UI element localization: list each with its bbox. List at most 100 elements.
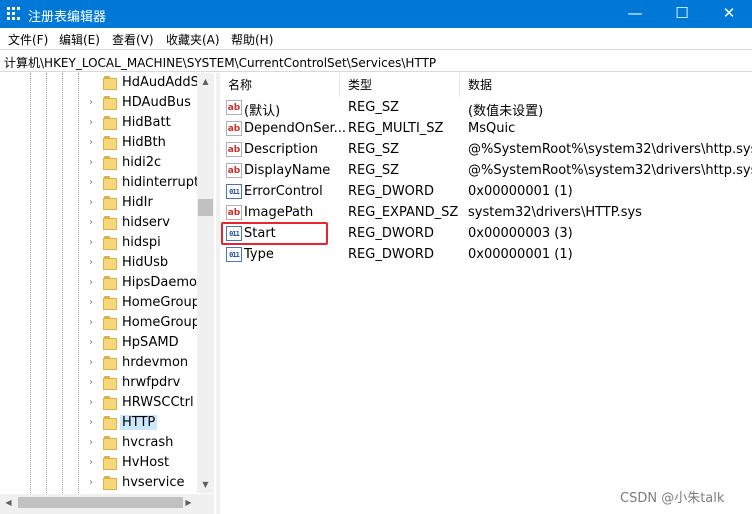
string-value-icon: ab xyxy=(226,163,242,178)
tree-item[interactable]: › hvservice xyxy=(0,473,197,493)
expand-chevron-icon[interactable]: › xyxy=(89,197,99,209)
tree-item-label[interactable]: hvservice xyxy=(120,475,187,490)
value-row[interactable]: ab (默认) REG_SZ (数值未设置) xyxy=(220,97,752,119)
tree-item-label[interactable]: hidserv xyxy=(120,215,172,230)
menu-help[interactable]: 帮助(H) xyxy=(231,31,273,48)
tree-item[interactable]: › hrdevmon xyxy=(0,353,197,373)
expand-chevron-icon[interactable]: › xyxy=(89,357,99,369)
expand-chevron-icon[interactable]: › xyxy=(89,237,99,249)
expand-chevron-icon[interactable]: › xyxy=(89,137,99,149)
tree-item-label[interactable]: HvHost xyxy=(120,455,171,470)
tree-item-label[interactable]: HTTP xyxy=(120,415,158,430)
tree-horizontal-scrollbar[interactable]: ◀ ▶ xyxy=(0,494,214,514)
tree-item-label[interactable]: HDAudBus xyxy=(120,95,193,110)
value-row[interactable]: 011 Type REG_DWORD 0x00000001 (1) xyxy=(220,244,752,265)
expand-chevron-icon[interactable]: › xyxy=(89,117,99,129)
tree-item[interactable]: › HipsDaemon xyxy=(0,273,205,293)
tree-item[interactable]: › HDAudBus xyxy=(0,93,197,113)
expand-chevron-icon[interactable]: › xyxy=(89,297,99,309)
expand-chevron-icon[interactable]: › xyxy=(89,317,99,329)
expand-chevron-icon[interactable]: › xyxy=(89,477,99,489)
tree-item-label[interactable]: hidspi xyxy=(120,235,163,250)
expand-chevron-icon[interactable]: › xyxy=(89,217,99,229)
tree-item-label[interactable]: HidUsb xyxy=(120,255,170,270)
tree-item-label[interactable]: HidIr xyxy=(120,195,155,210)
tree-item-label[interactable]: hidinterrupt xyxy=(120,175,201,190)
expand-chevron-icon[interactable]: › xyxy=(89,337,99,349)
menu-favorites[interactable]: 收藏夹(A) xyxy=(166,31,220,48)
tree-vertical-scrollbar[interactable]: ▲ ▼ xyxy=(197,73,214,493)
tree-item[interactable]: › HomeGroupF xyxy=(0,313,207,333)
tree-item[interactable]: › hrwfpdrv xyxy=(0,373,197,393)
expand-chevron-icon[interactable]: › xyxy=(89,377,99,389)
string-value-icon: ab xyxy=(226,142,242,157)
key-tree-pane[interactable]: HdAudAddSe › HDAudBus › HidBatt › HidBth › hidi2… xyxy=(0,73,214,514)
value-type: REG_SZ xyxy=(348,142,399,157)
scroll-thumb[interactable] xyxy=(198,199,213,216)
folder-icon xyxy=(103,176,117,190)
tree-item[interactable]: › HTTP xyxy=(0,413,197,433)
tree-item[interactable]: › HidBth xyxy=(0,133,197,153)
value-row[interactable]: ab DependOnSer... REG_MULTI_SZ MsQuic xyxy=(220,118,752,139)
tree-item[interactable]: › hidspi xyxy=(0,233,197,253)
scroll-down-icon[interactable]: ▼ xyxy=(197,476,214,493)
scroll-thumb-horizontal[interactable] xyxy=(18,497,183,508)
tree-item[interactable]: › HidIr xyxy=(0,193,197,213)
expand-chevron-icon[interactable]: › xyxy=(89,157,99,169)
values-pane[interactable]: 名称 类型 数据 ab (默认) REG_SZ (数值未设置) ab DependOnSe… xyxy=(220,73,752,514)
expand-chevron-icon[interactable]: › xyxy=(89,457,99,469)
tree-item[interactable]: › HidUsb xyxy=(0,253,197,273)
value-row[interactable]: ab DisplayName REG_SZ @%SystemRoot%\system3… xyxy=(220,160,752,181)
tree-item[interactable]: HdAudAddSe xyxy=(0,73,207,93)
menu-view[interactable]: 查看(V) xyxy=(112,31,154,48)
tree-item-label[interactable]: HomeGroupl xyxy=(120,295,206,310)
tree-item-label[interactable]: HpSAMD xyxy=(120,335,181,350)
tree-item-label[interactable]: HidBth xyxy=(120,135,168,150)
expand-chevron-icon[interactable]: › xyxy=(89,437,99,449)
expand-chevron-icon[interactable]: › xyxy=(89,97,99,109)
column-header-data[interactable]: 数据 xyxy=(460,73,752,97)
value-row[interactable]: ab ImagePath REG_EXPAND_SZ system32\drivers… xyxy=(220,202,752,223)
tree-item[interactable]: › HomeGroupl xyxy=(0,293,204,313)
folder-icon xyxy=(103,316,117,330)
tree-item[interactable]: › HpSAMD xyxy=(0,333,197,353)
expand-chevron-icon[interactable]: › xyxy=(89,397,99,409)
scroll-right-icon[interactable]: ▶ xyxy=(180,494,197,511)
folder-icon xyxy=(103,116,117,130)
title-bar: 注册表编辑器 — ☐ ✕ xyxy=(0,0,752,28)
tree-item-label[interactable]: HdAudAddSe xyxy=(120,75,209,90)
column-header-name[interactable]: 名称 xyxy=(220,73,340,97)
expand-chevron-icon[interactable]: › xyxy=(89,257,99,269)
menu-file[interactable]: 文件(F) xyxy=(8,31,48,48)
expand-chevron-icon[interactable]: › xyxy=(89,177,99,189)
tree-item[interactable]: › HRWSCCtrl xyxy=(0,393,197,413)
tree-item-label[interactable]: hidi2c xyxy=(120,155,163,170)
menu-edit[interactable]: 编辑(E) xyxy=(59,31,100,48)
folder-icon xyxy=(103,276,117,290)
expand-chevron-icon[interactable]: › xyxy=(89,277,99,289)
tree-item-label[interactable]: HipsDaemon xyxy=(120,275,207,290)
address-path[interactable]: 计算机\HKEY_LOCAL_MACHINE\SYSTEM\CurrentCon… xyxy=(4,54,436,71)
maximize-button[interactable]: ☐ xyxy=(659,0,705,28)
scroll-left-icon[interactable]: ◀ xyxy=(0,494,17,511)
tree-item[interactable]: › hidinterrupt xyxy=(0,173,199,193)
close-button[interactable]: ✕ xyxy=(706,0,752,28)
tree-item[interactable]: › HidBatt xyxy=(0,113,197,133)
value-row[interactable]: ab Description REG_SZ @%SystemRoot%\system3… xyxy=(220,139,752,160)
minimize-button[interactable]: — xyxy=(612,0,658,28)
tree-item-label[interactable]: HRWSCCtrl xyxy=(120,395,196,410)
tree-item-label[interactable]: hvcrash xyxy=(120,435,175,450)
value-row[interactable]: 011 ErrorControl REG_DWORD 0x00000001 (1) xyxy=(220,181,752,202)
column-header-type[interactable]: 类型 xyxy=(340,73,460,97)
tree-item[interactable]: › hidserv xyxy=(0,213,197,233)
tree-item-label[interactable]: HidBatt xyxy=(120,115,173,130)
tree-item-label[interactable]: hrdevmon xyxy=(120,355,190,370)
tree-item[interactable]: › HvHost xyxy=(0,453,197,473)
tree-item[interactable]: › hvcrash xyxy=(0,433,197,453)
tree-item-label[interactable]: hrwfpdrv xyxy=(120,375,182,390)
value-type: REG_DWORD xyxy=(348,247,434,262)
address-bar[interactable]: 计算机\HKEY_LOCAL_MACHINE\SYSTEM\CurrentCon… xyxy=(0,49,752,72)
tree-item[interactable]: › hidi2c xyxy=(0,153,197,173)
expand-chevron-icon[interactable]: › xyxy=(89,417,99,429)
scroll-up-icon[interactable]: ▲ xyxy=(197,73,214,90)
